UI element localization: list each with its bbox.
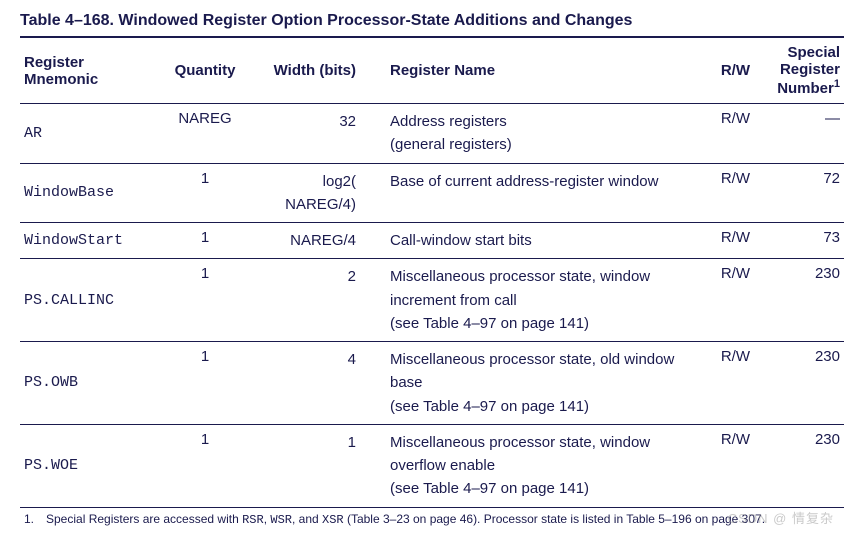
cell-rw: R/W <box>694 104 754 164</box>
cell-mnemonic: PS.WOE <box>20 424 150 507</box>
cell-mnemonic: WindowStart <box>20 223 150 259</box>
header-rw: R/W <box>694 37 754 104</box>
table-row: PS.WOE11Miscellaneous processor state, w… <box>20 424 844 507</box>
cell-quantity: 1 <box>150 424 260 507</box>
table-row: ARNAREG32Address registers (general regi… <box>20 104 844 164</box>
cell-mnemonic: AR <box>20 104 150 164</box>
header-quantity: Quantity <box>150 37 260 104</box>
cell-quantity: NAREG <box>150 104 260 164</box>
header-mnemonic: Register Mnemonic <box>20 37 150 104</box>
cell-register-name: Call-window start bits <box>360 223 694 259</box>
cell-special-number: 230 <box>754 424 844 507</box>
cell-rw: R/W <box>694 259 754 342</box>
cell-width: 4 <box>260 342 360 425</box>
footnote: 1.Special Registers are accessed with RS… <box>20 507 844 533</box>
cell-special-number: 230 <box>754 259 844 342</box>
cell-quantity: 1 <box>150 163 260 223</box>
cell-mnemonic: WindowBase <box>20 163 150 223</box>
cell-quantity: 1 <box>150 342 260 425</box>
cell-special-number: 230 <box>754 342 844 425</box>
cell-special-number: 73 <box>754 223 844 259</box>
cell-register-name: Miscellaneous processor state, window ov… <box>360 424 694 507</box>
table-header-row: Register Mnemonic Quantity Width (bits) … <box>20 37 844 104</box>
table-row: PS.CALLINC12Miscellaneous processor stat… <box>20 259 844 342</box>
header-name: Register Name <box>360 37 694 104</box>
cell-special-number: 72 <box>754 163 844 223</box>
header-special: Special Register Number1 <box>754 37 844 104</box>
cell-rw: R/W <box>694 424 754 507</box>
cell-width: 2 <box>260 259 360 342</box>
cell-quantity: 1 <box>150 223 260 259</box>
cell-mnemonic: PS.CALLINC <box>20 259 150 342</box>
cell-rw: R/W <box>694 223 754 259</box>
register-table: Register Mnemonic Quantity Width (bits) … <box>20 36 844 533</box>
cell-register-name: Miscellaneous processor state, window in… <box>360 259 694 342</box>
cell-register-name: Base of current address-register window <box>360 163 694 223</box>
cell-width: NAREG/4 <box>260 223 360 259</box>
cell-width: 32 <box>260 104 360 164</box>
cell-quantity: 1 <box>150 259 260 342</box>
table-row: PS.OWB14Miscellaneous processor state, o… <box>20 342 844 425</box>
header-width: Width (bits) <box>260 37 360 104</box>
cell-width: log2( NAREG/4) <box>260 163 360 223</box>
cell-register-name: Address registers (general registers) <box>360 104 694 164</box>
cell-rw: R/W <box>694 342 754 425</box>
cell-rw: R/W <box>694 163 754 223</box>
table-row: WindowStart1NAREG/4Call-window start bit… <box>20 223 844 259</box>
cell-width: 1 <box>260 424 360 507</box>
table-row: WindowBase1log2( NAREG/4)Base of current… <box>20 163 844 223</box>
cell-register-name: Miscellaneous processor state, old windo… <box>360 342 694 425</box>
table-title: Table 4–168. Windowed Register Option Pr… <box>20 12 844 30</box>
cell-special-number: — <box>754 104 844 164</box>
cell-mnemonic: PS.OWB <box>20 342 150 425</box>
